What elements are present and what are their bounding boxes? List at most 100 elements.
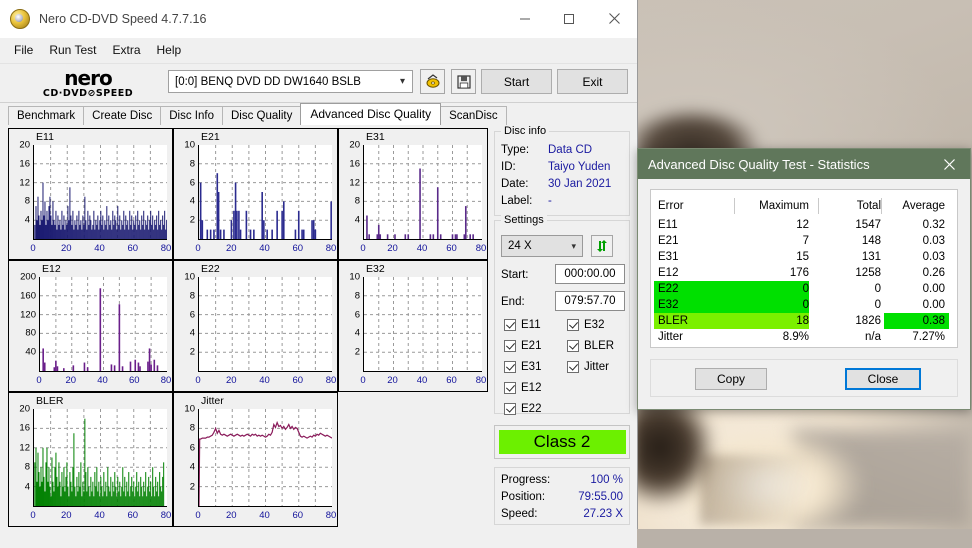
y-axis-tick: 10: [184, 403, 195, 415]
class-result-label: Class 2: [498, 430, 626, 454]
table-cell-average: 0.26: [922, 267, 945, 279]
checkbox-icon: [567, 340, 579, 352]
speed-select[interactable]: 24 X ▾: [501, 235, 583, 257]
checkbox-e12[interactable]: E12: [504, 382, 541, 394]
table-cell-total: 1547: [855, 219, 881, 231]
plot-svg: [199, 409, 332, 506]
x-axis-tick: 0: [195, 243, 201, 254]
chevron-down-icon: ▾: [571, 240, 576, 251]
window-titlebar: Nero CD-DVD Speed 4.7.7.16: [0, 0, 637, 38]
speed-value: 27.23 X: [583, 508, 623, 520]
x-axis-tick: 40: [416, 375, 428, 386]
table-row: E12 176 1258 0.26: [651, 265, 957, 281]
plot-area: [33, 145, 167, 240]
start-button[interactable]: Start: [481, 69, 552, 94]
position-value: 79:55.00: [578, 491, 623, 503]
toolbar: nero CD·DVD⊘SPEED [0:0] BENQ DVD DD DW16…: [0, 63, 637, 103]
checkbox-label: E21: [521, 340, 542, 352]
start-time-label: Start:: [501, 269, 529, 281]
checkbox-bler[interactable]: BLER: [567, 340, 614, 352]
tab-create-disc[interactable]: Create Disc: [83, 106, 162, 125]
class-result-box: Class 2: [494, 425, 630, 459]
nero-logo: nero CD·DVD⊘SPEED: [14, 68, 162, 99]
y-axis-tick: 160: [20, 290, 36, 302]
chart-title: Jitter: [201, 395, 224, 407]
y-axis-tick: 8: [189, 422, 195, 434]
y-axis-tick: 8: [24, 461, 30, 473]
checkbox-e11[interactable]: E11: [504, 319, 541, 331]
close-button[interactable]: [591, 0, 637, 37]
table-header-row: Error Maximum Total Average: [651, 195, 957, 217]
plot-area: [198, 277, 332, 372]
tab-advanced-disc-quality[interactable]: Advanced Disc Quality: [300, 103, 442, 125]
save-button[interactable]: [451, 69, 476, 94]
dialog-close-button[interactable]: [928, 149, 970, 179]
table-cell-error: E32: [658, 299, 679, 311]
disc-refresh-button[interactable]: [420, 69, 445, 94]
y-axis-tick: 8: [24, 195, 30, 207]
x-axis-tick: 20: [225, 510, 237, 521]
copy-button[interactable]: Copy: [695, 368, 767, 390]
checkbox-label: E11: [521, 319, 541, 331]
checkbox-jitter[interactable]: Jitter: [567, 361, 609, 373]
checkbox-label: E31: [521, 361, 542, 373]
x-axis-tick: 80: [325, 510, 337, 521]
checkbox-e21[interactable]: E21: [504, 340, 541, 352]
x-axis-tick: 60: [292, 510, 304, 521]
menu-item-file[interactable]: File: [6, 40, 41, 60]
speed-label: Speed:: [501, 508, 538, 520]
y-axis-tick: 8: [354, 195, 360, 207]
y-axis-tick: 4: [189, 327, 195, 339]
y-axis-tick: 4: [24, 481, 30, 493]
table-row: E11 12 1547 0.32: [651, 217, 957, 233]
start-time-field[interactable]: 000:00.00: [555, 264, 625, 284]
refresh-speed-button[interactable]: [591, 235, 613, 257]
statistics-dialog: Advanced Disc Quality Test - Statistics …: [637, 148, 971, 410]
menu-item-help[interactable]: Help: [149, 40, 190, 60]
exit-button[interactable]: Exit: [557, 69, 628, 94]
x-axis-tick: 60: [127, 510, 139, 521]
tab-disc-quality[interactable]: Disc Quality: [222, 106, 302, 125]
checkbox-icon: [567, 361, 579, 373]
table-cell-total: n/a: [865, 331, 881, 343]
table-cell-average: 0.32: [922, 219, 945, 231]
checkbox-label: E22: [521, 403, 542, 415]
y-axis-tick: 200: [20, 271, 36, 283]
maximize-button[interactable]: [547, 0, 591, 37]
x-axis-tick: 80: [160, 510, 172, 521]
table-cell-average: 0.03: [922, 235, 945, 247]
x-axis-tick: 0: [36, 375, 42, 386]
drive-select[interactable]: [0:0] BENQ DVD DD DW1640 BSLB ▾: [168, 70, 413, 93]
x-axis-tick: 80: [160, 375, 172, 386]
minimize-button[interactable]: [503, 0, 547, 37]
y-axis-tick: 6: [354, 309, 360, 321]
x-axis-tick: 80: [475, 243, 487, 254]
x-axis-tick: 20: [65, 375, 77, 386]
table-cell-average: 7.27%: [912, 331, 945, 343]
plot-svg: [34, 409, 167, 506]
y-axis-tick: 6: [189, 177, 195, 189]
checkbox-e22[interactable]: E22: [504, 403, 541, 415]
x-axis-tick: 0: [30, 243, 36, 254]
end-time-field[interactable]: 079:57.70: [555, 291, 625, 311]
checkbox-label: E12: [521, 382, 542, 394]
menu-item-run-test[interactable]: Run Test: [41, 40, 104, 60]
menu-item-extra[interactable]: Extra: [104, 40, 148, 60]
tab-scandisc[interactable]: ScanDisc: [440, 106, 507, 125]
tab-benchmark[interactable]: Benchmark: [8, 106, 85, 125]
column-header: Error: [658, 200, 684, 212]
table-row: BLER 18 1826 0.38: [651, 313, 957, 329]
table-cell-error: E11: [658, 219, 678, 231]
checkbox-icon: [504, 340, 516, 352]
tab-disc-info[interactable]: Disc Info: [160, 106, 223, 125]
y-axis-tick: 2: [354, 346, 360, 358]
close-button[interactable]: Close: [845, 368, 921, 390]
chart-title: E22: [201, 263, 220, 275]
x-axis-tick: 20: [225, 243, 237, 254]
x-axis-tick: 40: [259, 375, 270, 386]
checkbox-e31[interactable]: E31: [504, 361, 541, 373]
column-divider: [881, 198, 882, 214]
nero-main-window: Nero CD-DVD Speed 4.7.7.16 File Run Test…: [0, 0, 638, 548]
table-row: E32 0 0 0.00: [651, 297, 957, 313]
checkbox-e32[interactable]: E32: [567, 319, 604, 331]
